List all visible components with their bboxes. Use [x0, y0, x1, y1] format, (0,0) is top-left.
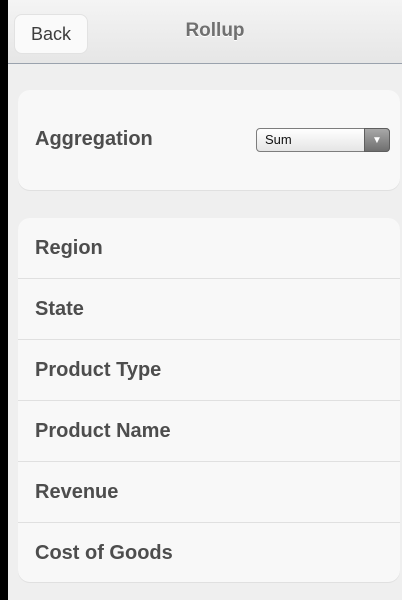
field-row-product-name[interactable]: Product Name	[18, 401, 400, 462]
aggregation-select-value: Sum	[265, 132, 292, 147]
fields-list: Region State Product Type Product Name R…	[18, 218, 400, 582]
page-title: Rollup	[185, 20, 245, 41]
app-screen: Back Rollup Aggregation Sum ▼ Region Sta…	[8, 0, 402, 600]
field-row-region[interactable]: Region	[18, 218, 400, 279]
field-label: Product Type	[35, 359, 162, 381]
field-label: State	[35, 298, 84, 320]
field-row-cost-of-goods[interactable]: Cost of Goods	[18, 523, 400, 584]
aggregation-label: Aggregation	[35, 128, 153, 150]
field-label: Region	[35, 237, 103, 259]
field-label: Revenue	[35, 481, 119, 503]
field-label: Cost of Goods	[35, 542, 173, 564]
field-row-product-type[interactable]: Product Type	[18, 340, 400, 401]
field-row-state[interactable]: State	[18, 279, 400, 340]
field-row-revenue[interactable]: Revenue	[18, 462, 400, 523]
triangle-down-icon: ▼	[364, 128, 390, 152]
aggregation-card: Aggregation Sum ▼	[18, 90, 400, 190]
aggregation-select[interactable]: Sum ▼	[256, 128, 390, 152]
navigation-bar: Back Rollup	[8, 0, 402, 64]
field-label: Product Name	[35, 420, 171, 442]
